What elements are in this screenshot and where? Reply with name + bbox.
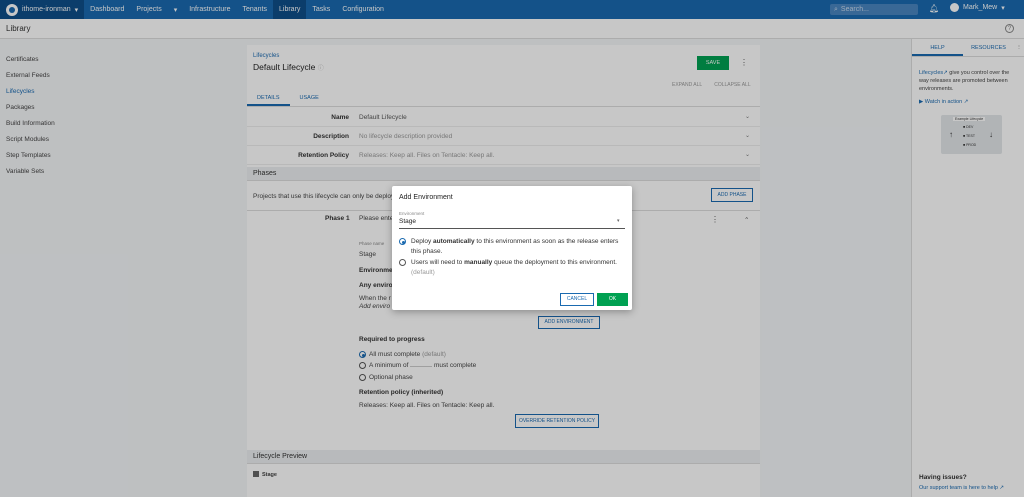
field-underline [399, 228, 625, 229]
option-text: Users will need to [411, 259, 465, 266]
radio-unselected[interactable] [399, 259, 406, 266]
option-text-rest: queue the deployment to this environment… [492, 259, 617, 266]
option-emphasis: automatically [433, 238, 475, 245]
dialog-title: Add Environment [399, 194, 453, 201]
default-tag: (default) [411, 269, 435, 276]
ok-button[interactable]: OK [597, 293, 628, 306]
deploy-manually-option[interactable]: Users will need to manually queue the de… [399, 258, 619, 278]
dropdown-arrow-icon[interactable]: ▾ [617, 218, 620, 224]
environment-select[interactable]: Stage [399, 218, 416, 225]
add-environment-dialog: Add Environment Environment Stage ▾ Depl… [392, 186, 632, 310]
radio-selected[interactable] [399, 238, 406, 245]
environment-field-label: Environment [399, 211, 425, 216]
option-emphasis: manually [464, 259, 493, 266]
cancel-button[interactable]: CANCEL [560, 293, 594, 306]
deploy-automatically-option[interactable]: Deploy automatically to this environment… [399, 237, 619, 257]
option-text: Deploy [411, 238, 434, 245]
